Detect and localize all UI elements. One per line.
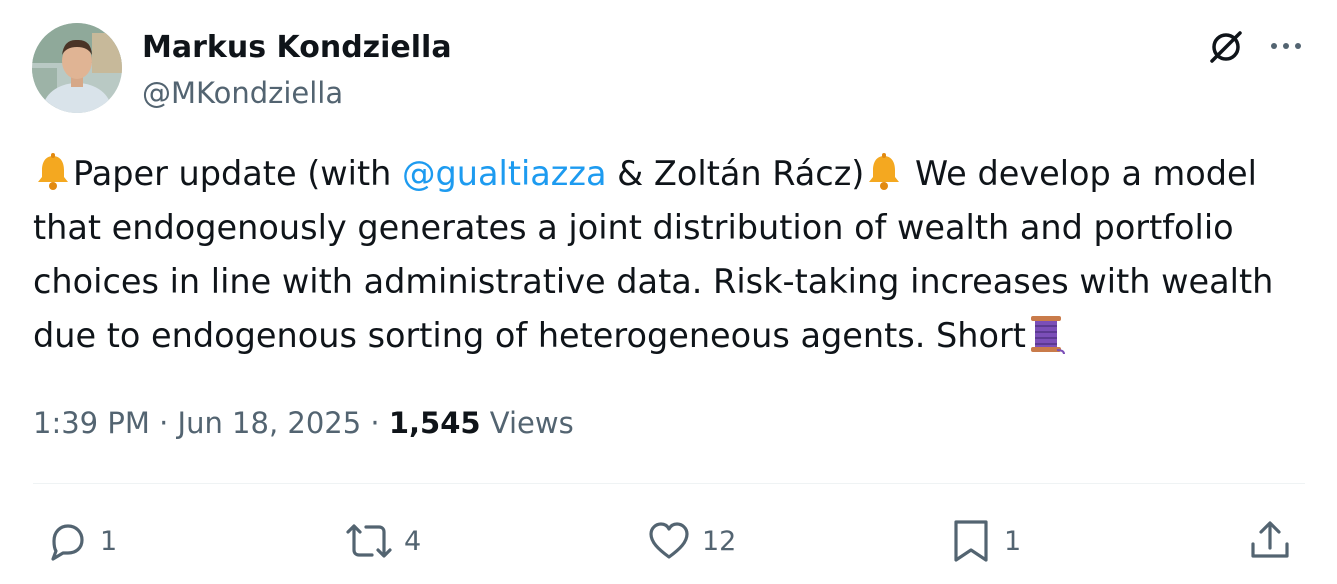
tweet-line-1: Paper update (with @gualtiazza & Zoltán …	[33, 147, 1308, 201]
thread-spool-emoji	[1026, 314, 1066, 354]
author-name[interactable]: Markus Kondziella	[142, 28, 452, 68]
bookmark-button[interactable]: 1	[948, 516, 1021, 566]
views-label: Views	[489, 406, 574, 440]
reply-button[interactable]: 1	[44, 516, 117, 566]
tweet-time[interactable]: 1:39 PM	[33, 406, 150, 440]
tweet-date[interactable]: Jun 18, 2025	[178, 406, 362, 440]
tweet-line-3: choices in line with administrative data…	[33, 262, 1274, 301]
reply-icon	[51, 524, 84, 561]
tweet-line-2: that endogenously generates a joint dist…	[33, 208, 1234, 247]
bookmark-count: 1	[1004, 525, 1022, 557]
repost-count: 4	[404, 525, 422, 557]
share-button[interactable]	[1247, 516, 1293, 566]
tweet-meta: 1:39 PM · Jun 18, 2025 · 1,545 Views	[33, 401, 574, 445]
repost-button[interactable]: 4	[344, 516, 421, 566]
tweet-text-segment: Paper update (with	[73, 154, 402, 193]
tweet-text-segment: We develop a model	[904, 154, 1257, 193]
grok-icon[interactable]	[1206, 26, 1246, 66]
avatar[interactable]	[32, 23, 122, 113]
share-icon	[1251, 521, 1289, 558]
bookmark-icon	[954, 520, 988, 562]
like-button[interactable]: 12	[646, 516, 736, 566]
tweet-line-4: due to endogenous sorting of heterogeneo…	[33, 309, 1308, 363]
views-count: 1,545	[388, 406, 481, 440]
divider	[33, 483, 1305, 484]
tweet-text-segment: & Zoltán Rácz)	[606, 154, 865, 193]
meta-separator: ·	[370, 406, 380, 440]
author-handle[interactable]: @MKondziella	[142, 73, 343, 113]
repost-icon	[346, 524, 392, 558]
like-count: 12	[702, 525, 737, 557]
reply-count: 1	[100, 525, 118, 557]
heart-icon	[649, 522, 689, 559]
more-icon[interactable]	[1266, 26, 1306, 66]
tweet-text-segment: due to endogenous sorting of heterogeneo…	[33, 316, 1026, 355]
bell-emoji	[33, 152, 73, 192]
mention-link[interactable]: @gualtiazza	[402, 154, 607, 193]
meta-separator: ·	[159, 406, 169, 440]
bell-emoji	[864, 152, 904, 192]
tweet-text: Paper update (with @gualtiazza & Zoltán …	[33, 147, 1308, 363]
